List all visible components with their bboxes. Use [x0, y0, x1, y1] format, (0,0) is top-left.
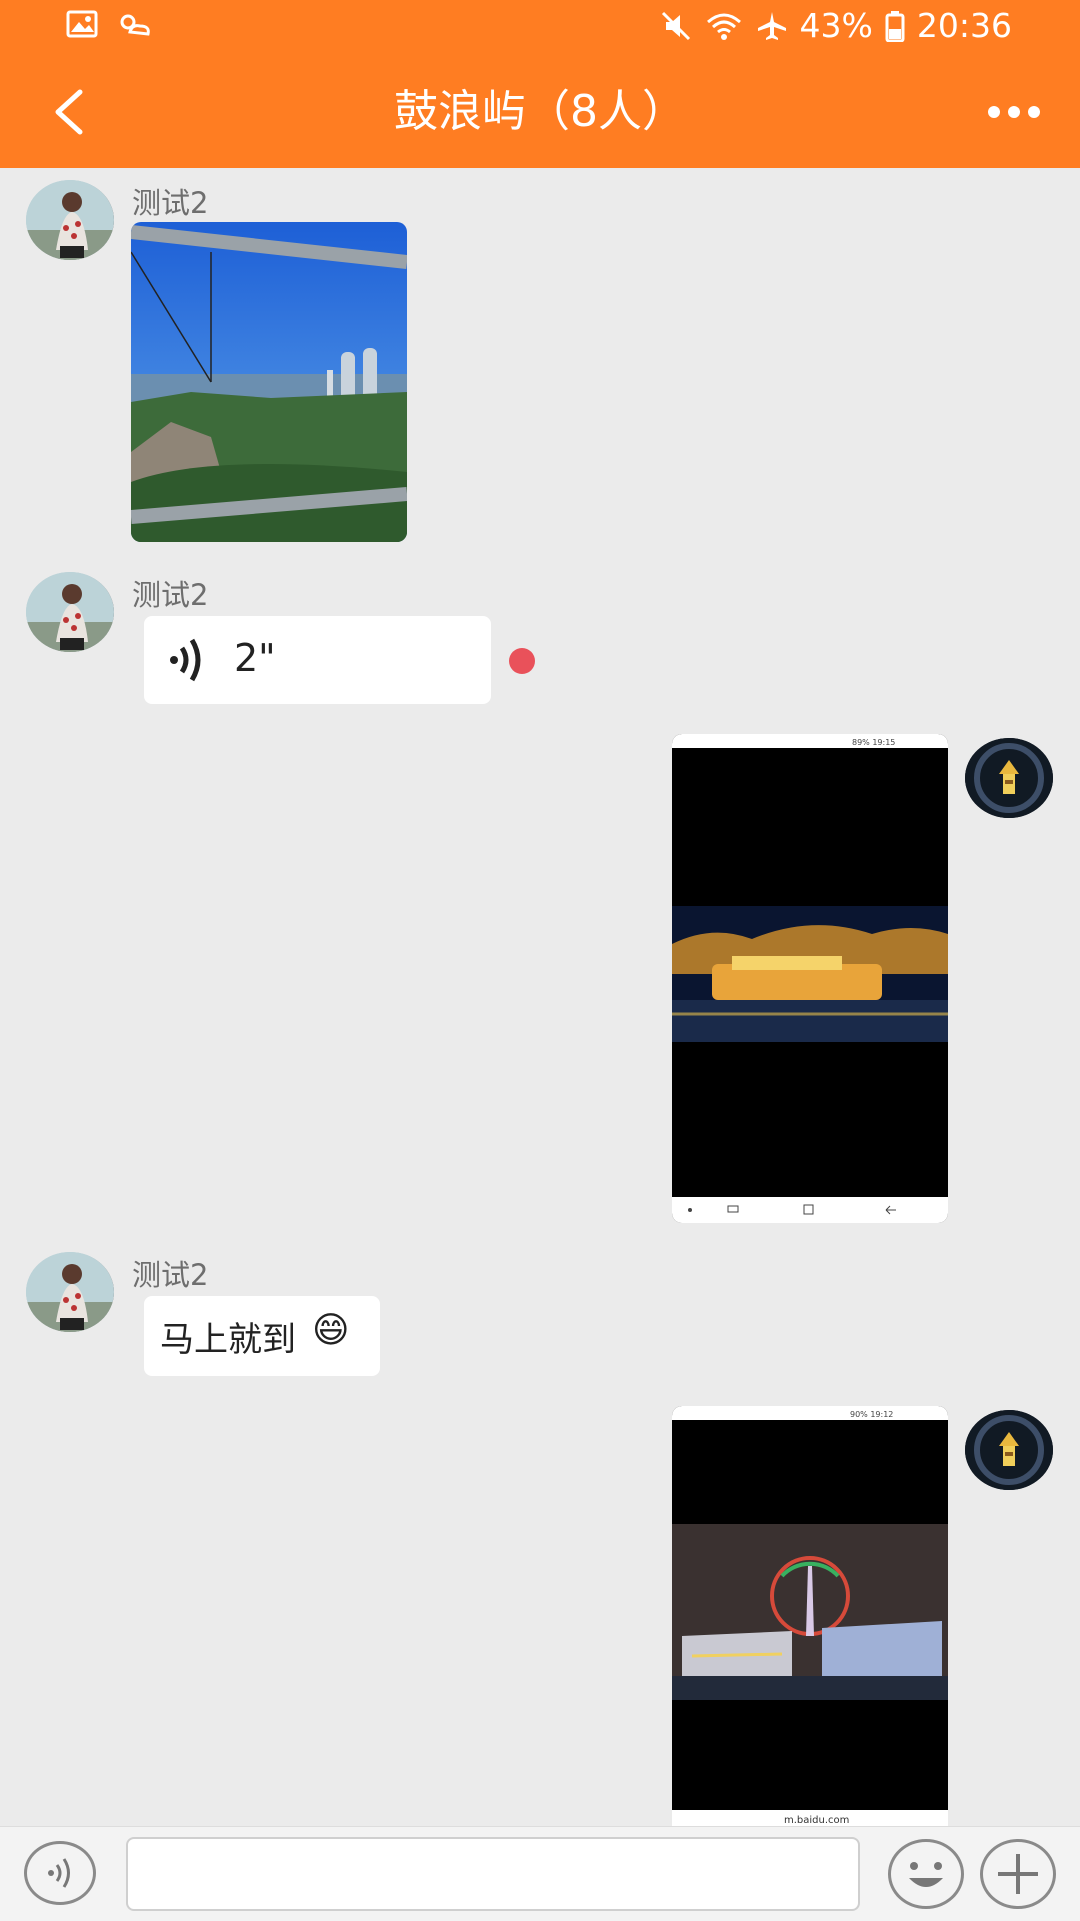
status-bar: 43% 20:36 [0, 0, 1080, 56]
input-bar [0, 1826, 1080, 1921]
more-dots-icon [988, 106, 1000, 118]
chat-title: 鼓浪屿（8人） [394, 86, 686, 137]
more-button[interactable] [982, 86, 1046, 138]
message-input[interactable] [126, 1837, 860, 1911]
voice-icon [48, 1858, 70, 1888]
plus-icon [998, 1854, 1038, 1894]
screenshot-thumbnail: 90% 19:12 m.baidu.com [672, 1406, 948, 1826]
voice-duration: 2" [234, 636, 276, 680]
emoji-button[interactable] [888, 1839, 964, 1909]
screenshot-status-text: 89% 19:15 [852, 738, 895, 747]
photo-thumbnail [131, 222, 407, 542]
avatar[interactable] [965, 1410, 1053, 1490]
clock: 20:36 [916, 6, 1012, 45]
battery-icon [885, 10, 905, 42]
add-attachment-button[interactable] [980, 1839, 1056, 1909]
wifi-icon [706, 13, 741, 40]
grinning-emoji-icon: 😄 [312, 1310, 350, 1351]
mute-icon [661, 11, 690, 40]
screenshot-status-text: 90% 19:12 [850, 1410, 893, 1419]
sender-name: 测试2 [132, 1258, 209, 1292]
airplane-icon [757, 11, 786, 40]
sender-name: 测试2 [132, 578, 209, 612]
weather-icon [120, 14, 150, 36]
screenshot-thumbnail: 89% 19:15 [672, 734, 948, 1223]
image-message[interactable]: 90% 19:12 m.baidu.com [672, 1406, 948, 1826]
image-icon [66, 10, 98, 38]
avatar[interactable] [26, 1252, 114, 1332]
text-message-bubble[interactable]: 马上就到 😄 [144, 1296, 380, 1376]
battery-percent: 43% [799, 6, 873, 45]
voice-input-button[interactable] [24, 1841, 96, 1905]
app-bar: 鼓浪屿（8人） [0, 56, 1080, 168]
image-message[interactable] [131, 222, 407, 542]
avatar[interactable] [26, 180, 114, 260]
smiley-icon [909, 1862, 943, 1887]
image-message[interactable]: 89% 19:15 [672, 734, 948, 1223]
avatar[interactable] [26, 572, 114, 652]
sender-name: 测试2 [132, 186, 209, 220]
message-text: 马上就到 [160, 1320, 296, 1360]
screenshot-url-text: m.baidu.com [784, 1815, 849, 1826]
voice-message-bubble[interactable]: 2" [144, 616, 491, 704]
unread-dot [509, 648, 535, 674]
avatar[interactable] [965, 738, 1053, 818]
voice-wave-icon [170, 638, 201, 682]
